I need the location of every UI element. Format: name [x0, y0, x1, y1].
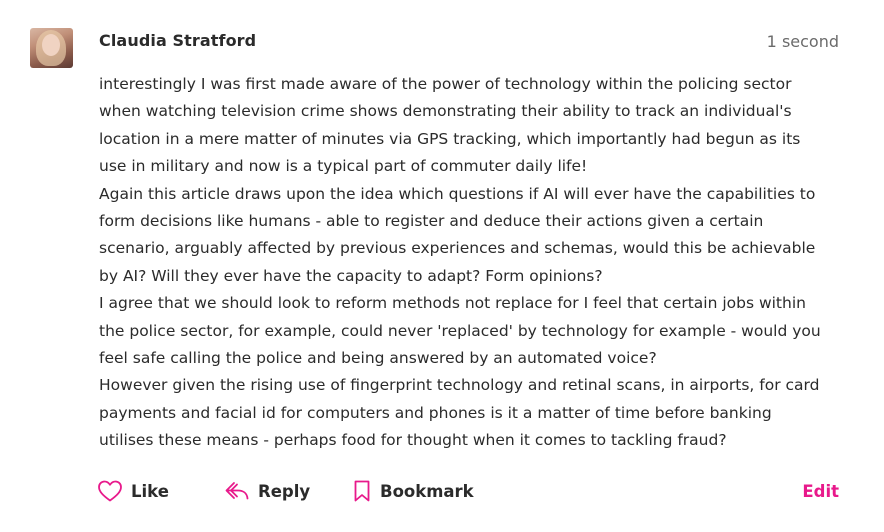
comment-line: feel safe calling the police and being a…: [99, 349, 657, 368]
comment-line: form decisions like humans - able to reg…: [99, 212, 764, 231]
comment-author[interactable]: Claudia Stratford: [99, 31, 256, 50]
avatar[interactable]: [30, 28, 73, 68]
bookmark-label: Bookmark: [380, 481, 474, 501]
comment-line: Again this article draws upon the idea w…: [99, 184, 816, 203]
comment-actions: Like Reply Bookmark Edit: [97, 479, 839, 509]
reply-arrow-icon: [224, 479, 250, 503]
comment-line: by AI? Will they ever have the capacity …: [99, 266, 603, 285]
edit-link[interactable]: Edit: [802, 482, 839, 501]
comment-line: use in military and now is a typical par…: [99, 157, 588, 176]
comment-body: interestingly I was first made aware of …: [99, 71, 849, 455]
comment-line: I agree that we should look to reform me…: [99, 294, 806, 313]
comment-timestamp: 1 second: [766, 32, 839, 51]
comment-line: the police sector, for example, could ne…: [99, 321, 821, 340]
comment-line: utilises these means - perhaps food for …: [99, 431, 727, 450]
comment-line: location in a mere matter of minutes via…: [99, 129, 801, 148]
comment-line: scenario, arguably affected by previous …: [99, 239, 816, 258]
reply-label: Reply: [258, 481, 311, 501]
comment-line: when watching television crime shows dem…: [99, 102, 792, 121]
bookmark-button[interactable]: Bookmark: [352, 479, 474, 503]
like-label: Like: [131, 481, 169, 501]
comment-line: However given the rising use of fingerpr…: [99, 376, 820, 395]
heart-outline-icon: [97, 479, 123, 503]
comment-card: Claudia Stratford 1 second interestingly…: [0, 0, 884, 532]
like-button[interactable]: Like: [97, 479, 169, 503]
reply-button[interactable]: Reply: [224, 479, 310, 503]
bookmark-outline-icon: [352, 479, 372, 503]
comment-line: payments and facial id for computers and…: [99, 403, 772, 422]
comment-line: interestingly I was first made aware of …: [99, 75, 792, 93]
